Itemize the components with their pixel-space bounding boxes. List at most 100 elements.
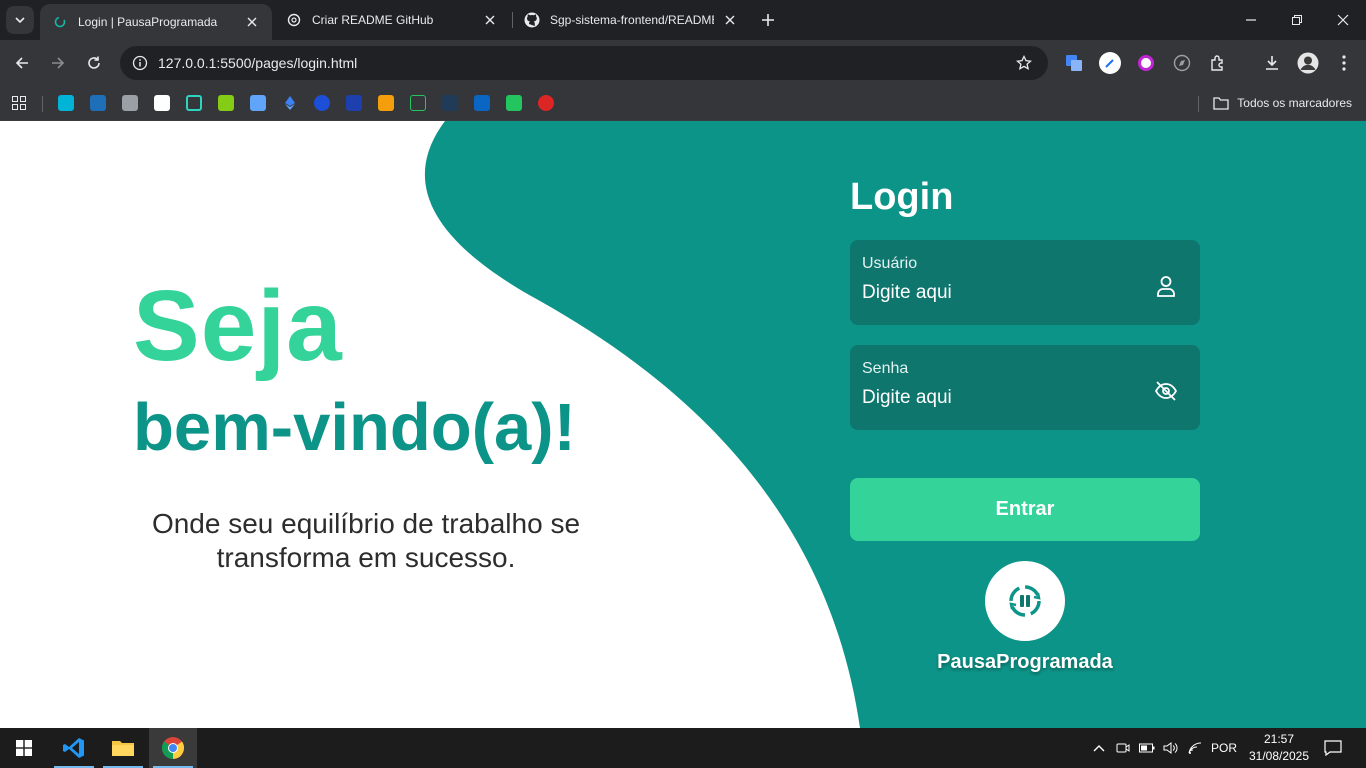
new-tab-button[interactable] bbox=[758, 10, 778, 30]
plus-icon bbox=[762, 14, 774, 26]
notifications-button[interactable] bbox=[1320, 728, 1346, 768]
arrow-left-icon bbox=[15, 57, 28, 69]
download-icon[interactable] bbox=[1260, 51, 1284, 75]
chrome-icon bbox=[161, 737, 185, 759]
minimize-button[interactable] bbox=[1228, 0, 1274, 40]
tab-github[interactable]: Sgp-sistema-frontend/README bbox=[512, 4, 750, 36]
restore-icon bbox=[1292, 15, 1302, 25]
openai-icon bbox=[286, 12, 302, 28]
clock-time: 21:57 bbox=[1263, 732, 1295, 746]
bookmark-docker-icon[interactable] bbox=[90, 95, 106, 111]
volume-icon[interactable] bbox=[1162, 728, 1180, 768]
login-page: Seja bem-vindo(a)! Onde seu equilíbrio d… bbox=[0, 121, 1366, 728]
bookmark-repo-icon[interactable] bbox=[250, 95, 266, 111]
tab-title: Login | PausaProgramada bbox=[78, 15, 218, 29]
bookmark-canva-icon[interactable] bbox=[58, 95, 74, 111]
bookmark-star-icon[interactable] bbox=[1014, 53, 1034, 73]
bookmark-r-icon[interactable] bbox=[378, 95, 394, 111]
github-icon bbox=[524, 12, 540, 28]
apps-grid-icon[interactable] bbox=[11, 95, 27, 111]
url-text[interactable]: 127.0.0.1:5500/pages/login.html bbox=[158, 55, 1014, 71]
notification-icon bbox=[1324, 740, 1342, 756]
welcome-title-line2: bem-vindo(a)! bbox=[133, 390, 576, 465]
restore-button[interactable] bbox=[1274, 0, 1320, 40]
bookmark-green-icon[interactable] bbox=[218, 95, 234, 111]
lr-extension-icon[interactable] bbox=[1134, 51, 1158, 75]
forward-button[interactable] bbox=[46, 51, 70, 75]
close-tab-icon[interactable] bbox=[482, 12, 498, 28]
bookmark-vuetify-icon[interactable] bbox=[186, 95, 202, 111]
login-submit-button[interactable]: Entrar bbox=[850, 478, 1200, 541]
bookmark-r-green-icon[interactable] bbox=[410, 95, 426, 111]
close-icon bbox=[1337, 14, 1349, 26]
bookmark-evb-icon[interactable] bbox=[442, 95, 458, 111]
bookmark-red-circle-icon[interactable] bbox=[538, 95, 554, 111]
bookmark-udemy-icon[interactable] bbox=[154, 95, 170, 111]
menu-kebab-icon[interactable] bbox=[1332, 51, 1356, 75]
arrow-right-icon bbox=[52, 57, 65, 69]
chevron-up-icon bbox=[1093, 745, 1105, 752]
input-language[interactable]: POR bbox=[1208, 728, 1240, 768]
bookmark-animal-icon[interactable] bbox=[122, 95, 138, 111]
tab-search-button[interactable] bbox=[6, 6, 34, 34]
wifi-icon[interactable] bbox=[1186, 728, 1204, 768]
chevron-down-icon bbox=[15, 17, 25, 24]
system-clock[interactable]: 21:57 31/08/2025 bbox=[1242, 731, 1316, 765]
taskbar-chrome[interactable] bbox=[149, 728, 197, 768]
login-title: Login bbox=[850, 176, 954, 218]
brand-logo bbox=[985, 561, 1065, 641]
bookmark-ethereum-icon[interactable] bbox=[282, 95, 298, 111]
tab-title: Sgp-sistema-frontend/README bbox=[550, 13, 714, 27]
username-field: Usuário bbox=[850, 240, 1200, 325]
reload-icon bbox=[88, 56, 100, 69]
show-hidden-icons-button[interactable] bbox=[1090, 728, 1108, 768]
tab-readme[interactable]: Criar README GitHub bbox=[274, 4, 510, 36]
bookmarks-separator bbox=[42, 96, 43, 112]
tab-strip: Login | PausaProgramada Criar README Git… bbox=[0, 0, 1366, 40]
taskbar-vscode[interactable] bbox=[50, 728, 98, 768]
tab-title: Criar README GitHub bbox=[312, 13, 434, 27]
clock-date: 31/08/2025 bbox=[1248, 749, 1310, 763]
all-bookmarks-button[interactable]: Todos os marcadores bbox=[1213, 92, 1352, 114]
address-bar[interactable]: 127.0.0.1:5500/pages/login.html bbox=[120, 46, 1048, 80]
meet-now-icon[interactable] bbox=[1114, 728, 1132, 768]
welcome-title-line1: Seja bbox=[133, 270, 343, 382]
pen-extension-icon[interactable] bbox=[1098, 51, 1122, 75]
battery-icon[interactable] bbox=[1138, 728, 1156, 768]
site-info-icon[interactable] bbox=[130, 53, 150, 73]
page-favicon-icon bbox=[52, 14, 68, 30]
vscode-icon bbox=[63, 738, 84, 758]
pause-cycle-logo-icon bbox=[1009, 585, 1041, 617]
brand-name: PausaProgramada bbox=[937, 651, 1113, 673]
all-bookmarks-label: Todos os marcadores bbox=[1237, 96, 1352, 110]
compass-extension-icon[interactable] bbox=[1170, 51, 1194, 75]
translate-extension-icon[interactable] bbox=[1062, 51, 1086, 75]
taskbar-file-explorer[interactable] bbox=[99, 728, 147, 768]
close-window-button[interactable] bbox=[1320, 0, 1366, 40]
windows-taskbar: POR 21:57 31/08/2025 bbox=[0, 728, 1366, 768]
profile-avatar[interactable] bbox=[1296, 51, 1320, 75]
extensions-puzzle-icon[interactable] bbox=[1206, 51, 1230, 75]
bookmark-green-box-icon[interactable] bbox=[506, 95, 522, 111]
reload-button[interactable] bbox=[82, 51, 106, 75]
bookmarks-separator bbox=[1198, 96, 1199, 112]
close-tab-icon[interactable] bbox=[244, 14, 260, 30]
password-input[interactable] bbox=[862, 385, 1142, 411]
bookmark-linkedin-icon[interactable] bbox=[474, 95, 490, 111]
bookmark-blue-drop-icon[interactable] bbox=[314, 95, 330, 111]
start-button[interactable] bbox=[0, 728, 48, 768]
back-button[interactable] bbox=[10, 51, 34, 75]
folder-icon bbox=[112, 741, 134, 756]
windows-logo-icon bbox=[16, 740, 32, 756]
close-tab-icon[interactable] bbox=[722, 12, 738, 28]
welcome-subtitle: Onde seu equilíbrio de trabalho se trans… bbox=[151, 508, 581, 573]
password-label: Senha bbox=[862, 360, 909, 377]
username-label: Usuário bbox=[862, 255, 918, 272]
folder-icon bbox=[1213, 97, 1229, 110]
tab-login[interactable]: Login | PausaProgramada bbox=[40, 4, 272, 40]
eye-slash-icon[interactable] bbox=[1154, 379, 1178, 403]
username-input[interactable] bbox=[862, 280, 1142, 306]
bookmarks-bar: Todos os marcadores bbox=[0, 86, 1366, 121]
browser-toolbar: 127.0.0.1:5500/pages/login.html bbox=[0, 40, 1366, 86]
bookmark-dans-tools-icon[interactable] bbox=[346, 95, 362, 111]
